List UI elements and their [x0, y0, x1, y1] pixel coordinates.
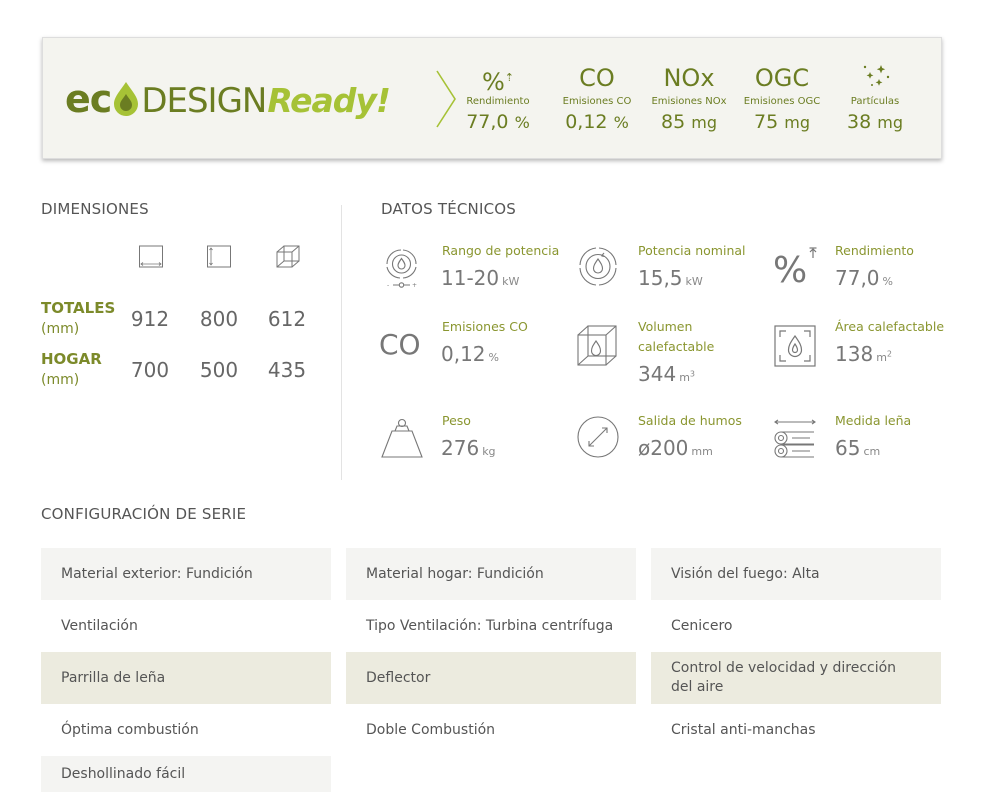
metric-value: 38 mg [847, 111, 903, 133]
eco-metric-ogc: OGC Emisiones OGC 75 mg [732, 63, 832, 134]
config-item: Cenicero [671, 617, 733, 634]
metric-value: 77,0 % [466, 111, 530, 133]
config-item: Material exterior: Fundición [41, 548, 331, 600]
depth-cube-icon [276, 245, 300, 268]
config-item: Visión del fuego: Alta [651, 548, 941, 600]
svg-text:-: - [387, 282, 389, 289]
volume-icon [577, 325, 617, 366]
log-length-icon [774, 419, 816, 458]
logo-eco-text: ec [65, 77, 112, 121]
heated-area-icon [774, 325, 816, 367]
dim-totales-height: 800 [199, 307, 239, 331]
logo-design-text: DESIGN [141, 81, 267, 121]
config-item: Tipo Ventilación: Turbina centrífuga [366, 617, 614, 634]
tech-label-flue-outlet: Salida de humos [638, 413, 742, 428]
weight-icon [381, 418, 423, 458]
metric-value: 0,12 % [565, 111, 629, 133]
tech-label-volume: Volumen calefactable [638, 319, 715, 354]
config-item: Cristal anti-manchas [671, 721, 816, 738]
dim-totales-depth: 612 [267, 307, 307, 331]
flue-outlet-icon [577, 416, 619, 458]
config-item: Parrilla de leña [41, 652, 331, 704]
tech-title: DATOS TÉCNICOS [381, 200, 517, 218]
percent-icon: %⇡ [481, 68, 515, 96]
config-item: Deshollinado fácil [41, 756, 331, 792]
metric-label: Emisiones OGC [743, 96, 821, 107]
efficiency-icon: % [773, 247, 817, 290]
eco-metric-co: CO Emisiones CO 0,12 % [547, 63, 647, 134]
dim-row-totales: TOTALES (mm) [41, 299, 116, 337]
sparkles-icon [825, 63, 925, 93]
dim-hogar-width: 700 [130, 358, 170, 382]
ecodesign-logo: ec DESIGN Ready! [65, 76, 391, 126]
config-item: Ventilación [61, 617, 138, 634]
nox-symbol: NOx [663, 64, 715, 92]
flame-drop-icon [112, 81, 140, 117]
tech-label-heated-area: Área calefactable [835, 319, 945, 334]
svg-text:+: + [412, 282, 417, 289]
config-item: Doble Combustión [366, 721, 496, 738]
co-icon: CO [379, 328, 421, 361]
config-item: Óptima combustión [61, 721, 199, 738]
tech-label-nominal-power: Potencia nominal [638, 243, 746, 258]
tech-label-co: Emisiones CO [442, 319, 528, 334]
logo-ready-text: Ready! [267, 81, 391, 120]
tech-value-weight: 276 kg [441, 436, 496, 460]
metric-value: 75 mg [754, 111, 810, 133]
svg-text:%: % [773, 250, 807, 290]
config-item: Control de velocidad y dirección del air… [651, 652, 941, 704]
nominal-power-icon [579, 247, 617, 286]
width-icon [139, 245, 163, 268]
section-divider [341, 205, 342, 480]
eco-metric-nox: NOx Emisiones NOx 85 mg [639, 63, 739, 134]
dim-hogar-depth: 435 [267, 358, 307, 382]
tech-value-co: 0,12% [441, 342, 499, 366]
tech-label-weight: Peso [442, 413, 471, 428]
co-symbol: CO [579, 64, 615, 92]
metric-label: Partículas [850, 96, 900, 107]
metric-label: Emisiones NOx [651, 96, 727, 107]
dim-row-hogar: HOGAR (mm) [41, 350, 102, 388]
config-item: Material hogar: Fundición [346, 548, 636, 600]
ogc-symbol: OGC [754, 64, 810, 92]
tech-label-power-range: Rango de potencia [442, 243, 560, 258]
eco-metric-particles: Partículas 38 mg [825, 63, 925, 134]
tech-value-log-length: 65 cm [835, 436, 881, 460]
tech-value-flue-outlet: ø200 mm [638, 436, 713, 460]
tech-value-volume: 344 m3 [638, 362, 695, 386]
tech-value-heated-area: 138 m2 [835, 342, 892, 366]
metric-label: Rendimiento [466, 96, 530, 107]
config-title: CONFIGURACIÓN DE SERIE [41, 505, 247, 523]
tech-value-efficiency: 77,0% [835, 266, 893, 290]
height-icon [207, 245, 231, 268]
ecodesign-banner: ec DESIGN Ready! %⇡ Rendimiento 77,0 % C… [42, 37, 942, 159]
power-range-icon: - + [386, 249, 417, 289]
metric-label: Emisiones CO [562, 96, 632, 107]
dim-hogar-height: 500 [199, 358, 239, 382]
eco-metric-efficiency: %⇡ Rendimiento 77,0 % [448, 63, 548, 134]
tech-label-log-length: Medida leña [835, 413, 912, 428]
dim-totales-width: 912 [130, 307, 170, 331]
config-item: Deflector [346, 652, 636, 704]
tech-value-power-range: 11-20 kW [441, 266, 520, 290]
tech-value-nominal-power: 15,5 kW [638, 266, 703, 290]
tech-label-efficiency: Rendimiento [835, 243, 914, 258]
dimensions-title: DIMENSIONES [41, 200, 149, 218]
metric-value: 85 mg [661, 111, 717, 133]
